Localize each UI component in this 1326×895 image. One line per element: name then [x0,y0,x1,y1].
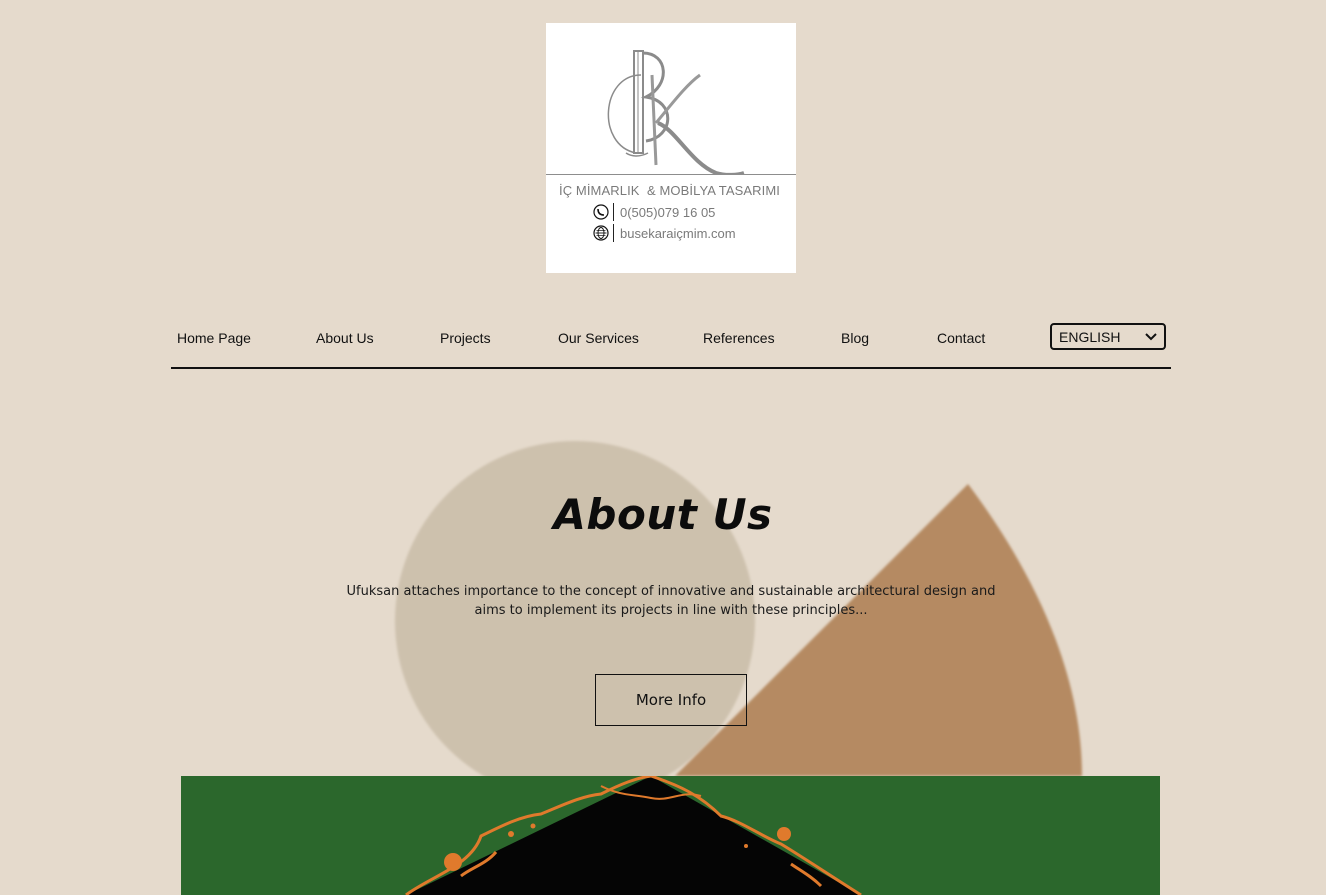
brand-logo[interactable]: İÇ MİMARLIK & MOBİLYA TASARIMI 0(505)079… [546,23,796,273]
monogram-logo-icon [607,50,745,175]
language-selected-value: ENGLISH [1059,328,1121,345]
feature-image [181,776,1160,895]
nav-divider [171,367,1171,369]
nav-references[interactable]: References [703,330,775,346]
contact-separator [613,203,614,221]
main-nav: Home Page About Us Projects Our Services… [171,320,1171,356]
nav-blog[interactable]: Blog [841,330,869,346]
globe-icon [593,225,609,241]
about-description: Ufuksan attaches importance to the conce… [346,584,996,618]
contact-separator [613,224,614,242]
logo-phone-text: 0(505)079 16 05 [620,204,716,220]
page: İÇ MİMARLIK & MOBİLYA TASARIMI 0(505)079… [0,0,1326,895]
chevron-down-icon [1145,333,1157,341]
nav-home-page[interactable]: Home Page [177,330,251,346]
logo-divider [546,174,796,175]
nav-about-us[interactable]: About Us [316,330,374,346]
logo-website-text: busekaraiçmim.com [620,225,736,241]
decorative-illustration [181,776,1160,895]
logo-tagline: İÇ MİMARLIK & MOBİLYA TASARIMI [559,183,781,198]
phone-icon [593,204,609,220]
logo-phone-row: 0(505)079 16 05 [593,203,715,221]
page-title: About Us [553,490,773,540]
nav-contact[interactable]: Contact [937,330,985,346]
more-info-button[interactable]: More Info [595,674,747,726]
nav-projects[interactable]: Projects [440,330,491,346]
nav-our-services[interactable]: Our Services [558,330,639,346]
logo-website-row: busekaraiçmim.com [593,224,736,242]
language-select[interactable]: ENGLISH [1050,323,1166,350]
